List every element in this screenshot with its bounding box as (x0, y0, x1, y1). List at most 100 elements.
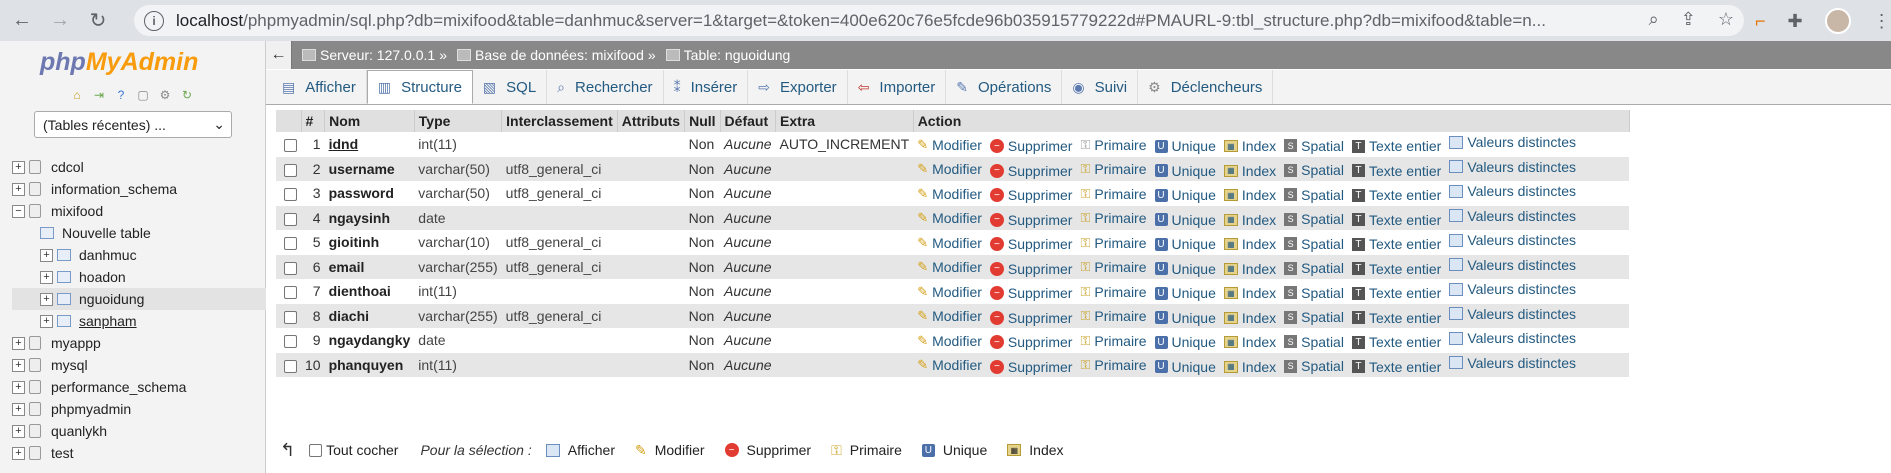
expand-icon[interactable]: + (40, 314, 53, 328)
action-texte-entier-link[interactable]: T Texte entier (1351, 359, 1441, 375)
action-supprimer-link[interactable]: − Supprimer (989, 163, 1072, 179)
action-valeurs-distinctes-link[interactable]: Valeurs distinctes (1449, 232, 1576, 248)
tree-item-new-table[interactable]: Nouvelle table (12, 222, 266, 244)
tab-structure[interactable]: ▥ Structure (366, 70, 473, 104)
back-arrow-icon[interactable]: ← (6, 5, 38, 37)
action-valeurs-distinctes-link[interactable]: Valeurs distinctes (1449, 330, 1576, 346)
help-icon[interactable]: ? (114, 88, 128, 102)
action-valeurs-distinctes-link[interactable]: Valeurs distinctes (1449, 281, 1576, 297)
tab-afficher[interactable]: ▤ Afficher (272, 70, 367, 104)
row-checkbox[interactable] (284, 188, 297, 202)
action-primaire-link[interactable]: ⚿ Primaire (1080, 357, 1146, 373)
tree-label[interactable]: Nouvelle table (62, 225, 151, 241)
action-spatial-link[interactable]: S Spatial (1284, 187, 1344, 203)
tree-item-nguoidung[interactable]: + nguoidung (12, 288, 266, 310)
tree-label[interactable]: information_schema (51, 181, 177, 197)
action-supprimer-link[interactable]: − Supprimer (989, 187, 1072, 203)
expand-icon[interactable]: + (40, 292, 53, 306)
tree-label[interactable]: mysql (51, 357, 88, 373)
expand-icon[interactable]: + (12, 160, 25, 174)
action-modifier-link[interactable]: ✎ Modifier (917, 161, 982, 177)
action-spatial-link[interactable]: S Spatial (1284, 236, 1344, 252)
tree-label[interactable]: myappp (51, 335, 101, 351)
extension-icon[interactable]: ⌐ (1755, 11, 1766, 32)
table-row[interactable]: 3 password varchar(50) utf8_general_ci Non Au… (276, 181, 1630, 206)
action-unique-link[interactable]: U Unique (1154, 334, 1216, 350)
docs-icon[interactable]: ▢ (136, 88, 150, 102)
table-row[interactable]: 10 phanquyen int(11) Non Aucune ✎ Modifier − Sup… (276, 352, 1630, 377)
recent-tables-select[interactable]: (Tables récentes) ... ⌄ (34, 111, 232, 138)
action-supprimer-link[interactable]: − Supprimer (989, 138, 1072, 154)
tree-item-mysql[interactable]: + mysql (12, 354, 266, 376)
action-supprimer-link[interactable]: − Supprimer (989, 212, 1072, 228)
tab-operations[interactable]: ✎ Opérations (946, 70, 1063, 104)
breadcrumb-database[interactable]: Base de données: mixifood» (456, 47, 656, 63)
action-texte-entier-link[interactable]: T Texte entier (1351, 163, 1441, 179)
action-valeurs-distinctes-link[interactable]: Valeurs distinctes (1449, 208, 1576, 224)
bulk-afficher-button[interactable]: Afficher (545, 442, 615, 458)
tree-item-myappp[interactable]: + myappp (12, 332, 266, 354)
action-index-link[interactable]: ▦ Index (1223, 163, 1276, 179)
tree-item-phpmyadmin[interactable]: + phpmyadmin (12, 398, 266, 420)
action-unique-link[interactable]: U Unique (1154, 261, 1216, 277)
action-valeurs-distinctes-link[interactable]: Valeurs distinctes (1449, 306, 1576, 322)
tab-declencheurs[interactable]: ⚙ Déclencheurs (1138, 70, 1274, 104)
action-valeurs-distinctes-link[interactable]: Valeurs distinctes (1449, 355, 1576, 371)
action-unique-link[interactable]: U Unique (1154, 212, 1216, 228)
action-texte-entier-link[interactable]: T Texte entier (1351, 310, 1441, 326)
action-modifier-link[interactable]: ✎ Modifier (917, 284, 982, 300)
action-texte-entier-link[interactable]: T Texte entier (1351, 285, 1441, 301)
table-row[interactable]: 2 username varchar(50) utf8_general_ci Non Au… (276, 156, 1630, 181)
check-all-label[interactable]: Tout cocher (326, 442, 398, 458)
table-row[interactable]: 9 ngaydangky date Non Aucune ✎ Modifier − Suppri… (276, 328, 1630, 353)
tab-rechercher[interactable]: ⌕ Rechercher (547, 70, 664, 104)
share-icon[interactable]: ⇪ (1681, 9, 1696, 30)
phpmyadmin-logo[interactable]: phpMyAdmin (40, 48, 198, 77)
header-number[interactable]: # (301, 110, 326, 132)
tree-label[interactable]: nguoidung (79, 291, 144, 307)
row-checkbox[interactable] (284, 212, 297, 226)
forward-arrow-icon[interactable]: → (44, 5, 76, 37)
tab-sql[interactable]: ▧ SQL (473, 70, 548, 104)
action-primaire-link[interactable]: ⚿ Primaire (1080, 137, 1146, 153)
expand-icon[interactable]: + (12, 380, 25, 394)
action-valeurs-distinctes-link[interactable]: Valeurs distinctes (1449, 134, 1576, 150)
row-checkbox[interactable] (284, 261, 297, 275)
action-texte-entier-link[interactable]: T Texte entier (1351, 212, 1441, 228)
action-spatial-link[interactable]: S Spatial (1284, 211, 1344, 227)
action-spatial-link[interactable]: S Spatial (1284, 260, 1344, 276)
action-spatial-link[interactable]: S Spatial (1284, 162, 1344, 178)
breadcrumb-server[interactable]: Serveur: 127.0.0.1» (302, 47, 447, 63)
action-modifier-link[interactable]: ✎ Modifier (917, 308, 982, 324)
action-spatial-link[interactable]: S Spatial (1284, 309, 1344, 325)
row-checkbox[interactable] (284, 163, 297, 177)
expand-icon[interactable]: + (12, 424, 25, 438)
action-spatial-link[interactable]: S Spatial (1284, 358, 1344, 374)
bulk-primaire-button[interactable]: ⚿ Primaire (831, 442, 902, 459)
row-checkbox[interactable] (284, 139, 297, 153)
action-index-link[interactable]: ▦ Index (1223, 212, 1276, 228)
check-all-checkbox[interactable] (309, 443, 323, 457)
bulk-unique-button[interactable]: U Unique (921, 442, 987, 458)
action-supprimer-link[interactable]: − Supprimer (989, 310, 1072, 326)
expand-icon[interactable]: + (12, 402, 25, 416)
expand-icon[interactable]: + (12, 446, 25, 460)
breadcrumb-server-label[interactable]: Serveur: 127.0.0.1 (320, 47, 435, 63)
action-unique-link[interactable]: U Unique (1154, 285, 1216, 301)
header-attributes[interactable]: Attributs (617, 110, 686, 132)
action-primaire-link[interactable]: ⚿ Primaire (1080, 210, 1146, 226)
tree-item-hoadon[interactable]: + hoadon (12, 266, 266, 288)
action-index-link[interactable]: ▦ Index (1223, 359, 1276, 375)
action-index-link[interactable]: ▦ Index (1223, 261, 1276, 277)
tree-item-performance-schema[interactable]: + performance_schema (12, 376, 266, 398)
tree-item-test[interactable]: + test (12, 442, 266, 464)
action-primaire-link[interactable]: ⚿ Primaire (1080, 259, 1146, 275)
tree-item-sanpham[interactable]: + sanpham (12, 310, 266, 332)
action-unique-link[interactable]: U Unique (1154, 163, 1216, 179)
action-modifier-link[interactable]: ✎ Modifier (917, 186, 982, 202)
header-collation[interactable]: Interclassement (501, 110, 618, 132)
action-texte-entier-link[interactable]: T Texte entier (1351, 138, 1441, 154)
action-texte-entier-link[interactable]: T Texte entier (1351, 334, 1441, 350)
collapse-nav-arrow-icon[interactable]: ← (266, 41, 292, 69)
action-primaire-link[interactable]: ⚿ Primaire (1080, 235, 1146, 251)
